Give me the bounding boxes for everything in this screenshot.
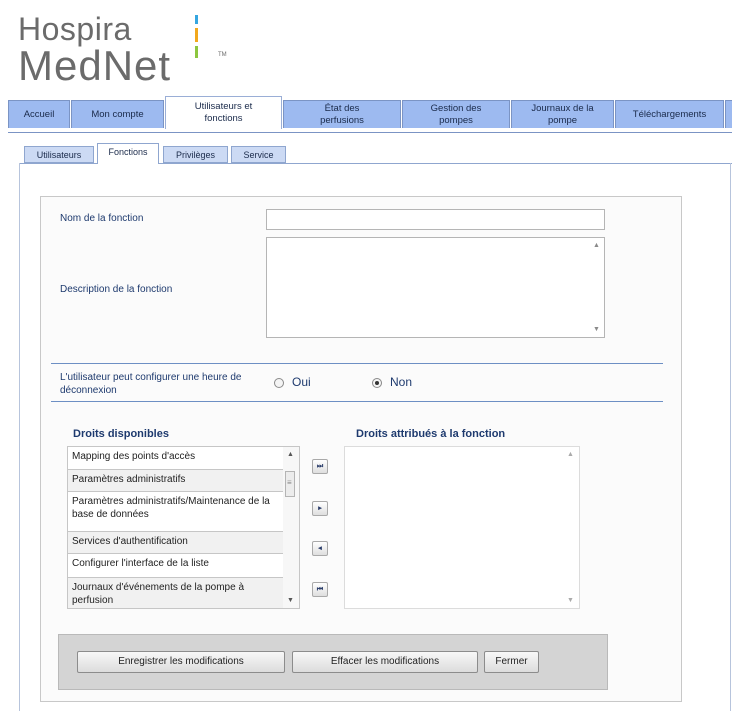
tab-telechargements[interactable]: Téléchargements: [615, 100, 724, 128]
logo-text-mednet: MedNet: [18, 42, 172, 89]
tab-utilisateurs-label: Utilisateurs et fonctions: [194, 101, 253, 124]
scroll-up-arrow-icon[interactable]: ▲: [567, 451, 574, 458]
logout-time-label-line2: déconnexion: [60, 385, 117, 396]
list-item[interactable]: Paramètres administratifs/Maintenance de…: [68, 492, 283, 532]
tab-journaux-de-la-pompe[interactable]: Journaux de la pompe: [511, 100, 614, 128]
tab-overflow[interactable]: [725, 100, 732, 128]
description-scrollbar[interactable]: ▲ ▼: [590, 238, 604, 337]
scroll-down-arrow-icon[interactable]: ▼: [287, 597, 294, 604]
subtab-fonctions[interactable]: Fonctions: [97, 143, 159, 164]
list-item[interactable]: Mapping des points d'accès: [68, 447, 283, 470]
tab-utilisateurs-et-fonctions[interactable]: Utilisateurs et fonctions: [165, 96, 282, 129]
scroll-down-arrow-icon[interactable]: ▼: [593, 326, 600, 333]
logo-accent-orange: [195, 28, 198, 42]
hospira-mednet-logo: Hospira MedNet TM: [18, 12, 238, 92]
logo-trademark: TM: [218, 52, 227, 58]
available-rights-heading: Droits disponibles: [73, 428, 169, 440]
move-left-button[interactable]: ◂: [312, 541, 328, 556]
list-item[interactable]: Paramètres administratifs: [68, 470, 283, 492]
subtab-service[interactable]: Service: [231, 146, 286, 163]
tab-accueil-label: Accueil: [23, 108, 55, 120]
separator-top: [51, 363, 663, 364]
role-description-label: Description de la fonction: [60, 284, 173, 295]
tab-mon-compte[interactable]: Mon compte: [71, 100, 164, 128]
save-changes-button[interactable]: Enregistrer les modifications: [77, 651, 285, 673]
logout-time-label: L'utilisateur peut configurer une heure …: [60, 371, 241, 397]
radio-non[interactable]: [372, 378, 382, 388]
main-navigation-tabs: Accueil Mon compte Utilisateurs et fonct…: [8, 96, 732, 132]
radio-oui[interactable]: [274, 378, 284, 388]
radio-oui-label: Oui: [292, 375, 311, 389]
assigned-list-scrollbar[interactable]: ▲ ▼: [563, 447, 579, 608]
tab-journaux-label: Journaux de la pompe: [531, 102, 594, 126]
move-all-right-button[interactable]: ⏭: [312, 459, 328, 474]
grip-icon: ≡: [287, 478, 292, 487]
tab-mon-compte-label: Mon compte: [91, 108, 144, 120]
subtab-utilisateurs[interactable]: Utilisateurs: [24, 146, 94, 163]
logo-accent-blue: [195, 15, 198, 24]
scroll-up-arrow-icon[interactable]: ▲: [593, 242, 600, 249]
tab-gestion-label: Gestion des pompes: [430, 102, 482, 126]
role-name-input[interactable]: [266, 209, 605, 230]
available-list-scrollbar[interactable]: ▲ ≡ ▼: [283, 447, 299, 608]
scroll-down-arrow-icon[interactable]: ▼: [567, 597, 574, 604]
tab-etat-des-perfusions[interactable]: État des perfusions: [283, 100, 401, 128]
scroll-up-arrow-icon[interactable]: ▲: [287, 451, 294, 458]
logout-time-label-line1: L'utilisateur peut configurer une heure …: [60, 372, 242, 383]
logo-text-hospira: Hospira: [18, 11, 132, 47]
role-description-textarea[interactable]: ▲ ▼: [266, 237, 605, 338]
move-all-left-button[interactable]: ⏮: [312, 582, 328, 597]
assigned-rights-list[interactable]: ▲ ▼: [344, 446, 580, 609]
move-right-button[interactable]: ▸: [312, 501, 328, 516]
list-item[interactable]: Journaux d'événements de la pompe à perf…: [68, 578, 283, 608]
list-item[interactable]: Services d'authentification: [68, 532, 283, 554]
separator-bottom: [51, 401, 663, 402]
list-item[interactable]: Configurer l'interface de la liste: [68, 554, 283, 578]
main-tabs-baseline: [8, 132, 732, 133]
clear-changes-button[interactable]: Effacer les modifications: [292, 651, 478, 673]
available-rights-list[interactable]: Mapping des points d'accès Paramètres ad…: [67, 446, 300, 609]
close-button[interactable]: Fermer: [484, 651, 539, 673]
tab-telechargements-label: Téléchargements: [632, 108, 707, 120]
action-bar: Enregistrer les modifications Effacer le…: [58, 634, 608, 690]
role-name-label: Nom de la fonction: [60, 213, 144, 224]
tab-gestion-des-pompes[interactable]: Gestion des pompes: [402, 100, 510, 128]
logo-accent-green: [195, 46, 198, 58]
subtab-privileges[interactable]: Privilèges: [163, 146, 228, 163]
scrollbar-thumb[interactable]: ≡: [285, 471, 295, 497]
assigned-rights-heading: Droits attribués à la fonction: [356, 428, 506, 440]
tab-etat-label: État des perfusions: [320, 102, 364, 126]
tab-accueil[interactable]: Accueil: [8, 100, 70, 128]
radio-non-label: Non: [390, 375, 413, 389]
